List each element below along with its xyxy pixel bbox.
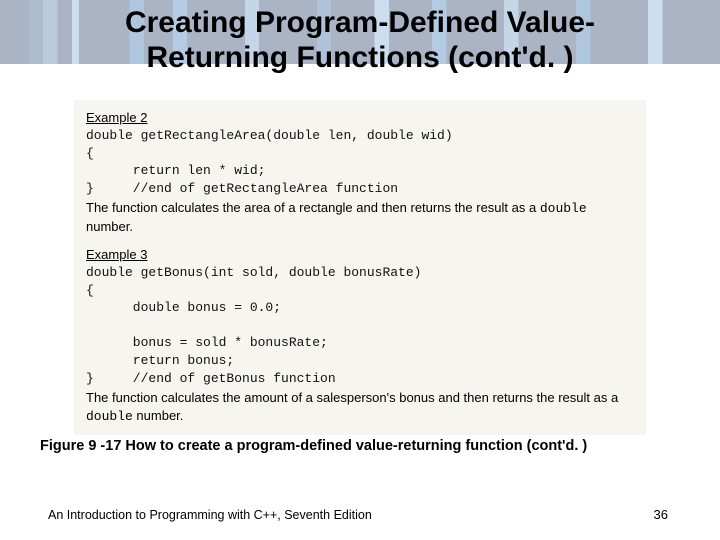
example-3-desc-mono: double: [86, 409, 133, 424]
title-line-1: Creating Program-Defined Value-: [125, 6, 595, 39]
example-3-desc-post: number.: [133, 408, 184, 423]
footer-text: An Introduction to Programming with C++,…: [48, 508, 372, 522]
spacer: [86, 235, 634, 245]
example-2-desc-pre: The function calculates the area of a re…: [86, 200, 540, 215]
figure-box: Example 2 double getRectangleArea(double…: [74, 100, 646, 435]
example-2-label: Example 2: [86, 110, 634, 125]
example-2-desc-post: number.: [86, 219, 133, 234]
example-3-desc: The function calculates the amount of a …: [86, 389, 634, 425]
title-line-2: Returning Functions (cont'd. ): [146, 41, 573, 74]
example-2-desc-mono: double: [540, 201, 587, 216]
example-3-desc-pre: The function calculates the amount of a …: [86, 390, 618, 405]
figure-caption: Figure 9 -17 How to create a program-def…: [40, 438, 680, 454]
example-2-code: double getRectangleArea(double len, doub…: [86, 127, 634, 197]
example-3-label: Example 3: [86, 247, 634, 262]
slide: Creating Program-Defined Value- Returnin…: [0, 0, 720, 540]
page-number: 36: [654, 507, 668, 522]
example-2-desc: The function calculates the area of a re…: [86, 199, 634, 235]
slide-title: Creating Program-Defined Value- Returnin…: [0, 2, 720, 75]
example-3-code: double getBonus(int sold, double bonusRa…: [86, 264, 634, 387]
